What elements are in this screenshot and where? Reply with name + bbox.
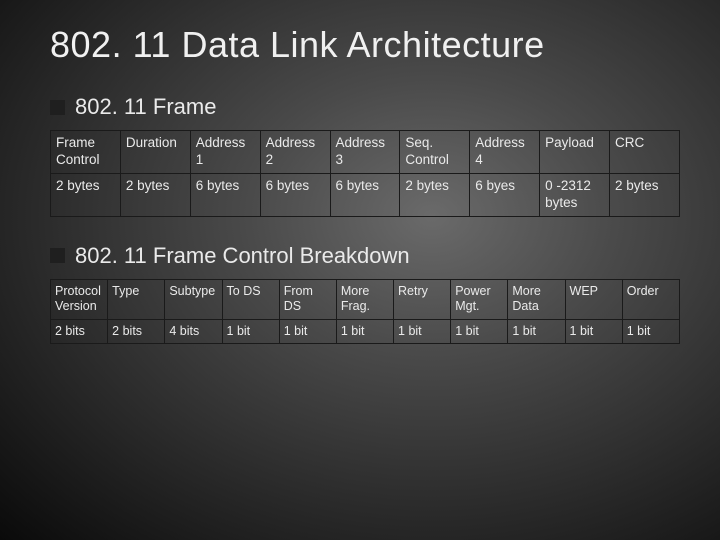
cell: CRC <box>610 131 680 174</box>
cell: 1 bit <box>279 319 336 344</box>
cell: 2 bytes <box>610 173 680 216</box>
cell: Seq. Control <box>400 131 470 174</box>
cell: From DS <box>279 279 336 319</box>
section-heading-frame-control: 802. 11 Frame Control Breakdown <box>50 243 680 269</box>
cell: Address 4 <box>470 131 540 174</box>
table-row: Protocol Version Type Subtype To DS From… <box>51 279 680 319</box>
cell: 6 bytes <box>260 173 330 216</box>
cell: 2 bytes <box>120 173 190 216</box>
cell: Retry <box>394 279 451 319</box>
cell: 2 bits <box>51 319 108 344</box>
cell: Payload <box>540 131 610 174</box>
cell: 1 bit <box>222 319 279 344</box>
bullet-icon <box>50 100 65 115</box>
frame-table: Frame Control Duration Address 1 Address… <box>50 130 680 217</box>
cell: 2 bytes <box>51 173 121 216</box>
cell: 1 bit <box>622 319 679 344</box>
cell: Protocol Version <box>51 279 108 319</box>
cell: 1 bit <box>394 319 451 344</box>
cell: 1 bit <box>565 319 622 344</box>
table-row: 2 bits 2 bits 4 bits 1 bit 1 bit 1 bit 1… <box>51 319 680 344</box>
page-title: 802. 11 Data Link Architecture <box>50 24 680 66</box>
slide: 802. 11 Data Link Architecture 802. 11 F… <box>0 0 720 344</box>
table-row: 2 bytes 2 bytes 6 bytes 6 bytes 6 bytes … <box>51 173 680 216</box>
section-heading-frame-control-label: 802. 11 Frame Control Breakdown <box>75 243 410 269</box>
cell: Subtype <box>165 279 222 319</box>
bullet-icon <box>50 248 65 263</box>
cell: More Data <box>508 279 565 319</box>
cell: 6 bytes <box>190 173 260 216</box>
cell: 6 bytes <box>330 173 400 216</box>
section-heading-frame-label: 802. 11 Frame <box>75 94 216 120</box>
cell: WEP <box>565 279 622 319</box>
cell: 1 bit <box>336 319 393 344</box>
cell: Address 1 <box>190 131 260 174</box>
cell: Type <box>108 279 165 319</box>
cell: 2 bytes <box>400 173 470 216</box>
section-heading-frame: 802. 11 Frame <box>50 94 680 120</box>
cell: 2 bits <box>108 319 165 344</box>
frame-control-table: Protocol Version Type Subtype To DS From… <box>50 279 680 345</box>
cell: 4 bits <box>165 319 222 344</box>
cell: 1 bit <box>508 319 565 344</box>
cell: 0 -2312 bytes <box>540 173 610 216</box>
cell: 6 byes <box>470 173 540 216</box>
cell: Order <box>622 279 679 319</box>
cell: Duration <box>120 131 190 174</box>
cell: Frame Control <box>51 131 121 174</box>
cell: To DS <box>222 279 279 319</box>
cell: Power Mgt. <box>451 279 508 319</box>
table-row: Frame Control Duration Address 1 Address… <box>51 131 680 174</box>
cell: More Frag. <box>336 279 393 319</box>
cell: 1 bit <box>451 319 508 344</box>
cell: Address 2 <box>260 131 330 174</box>
cell: Address 3 <box>330 131 400 174</box>
